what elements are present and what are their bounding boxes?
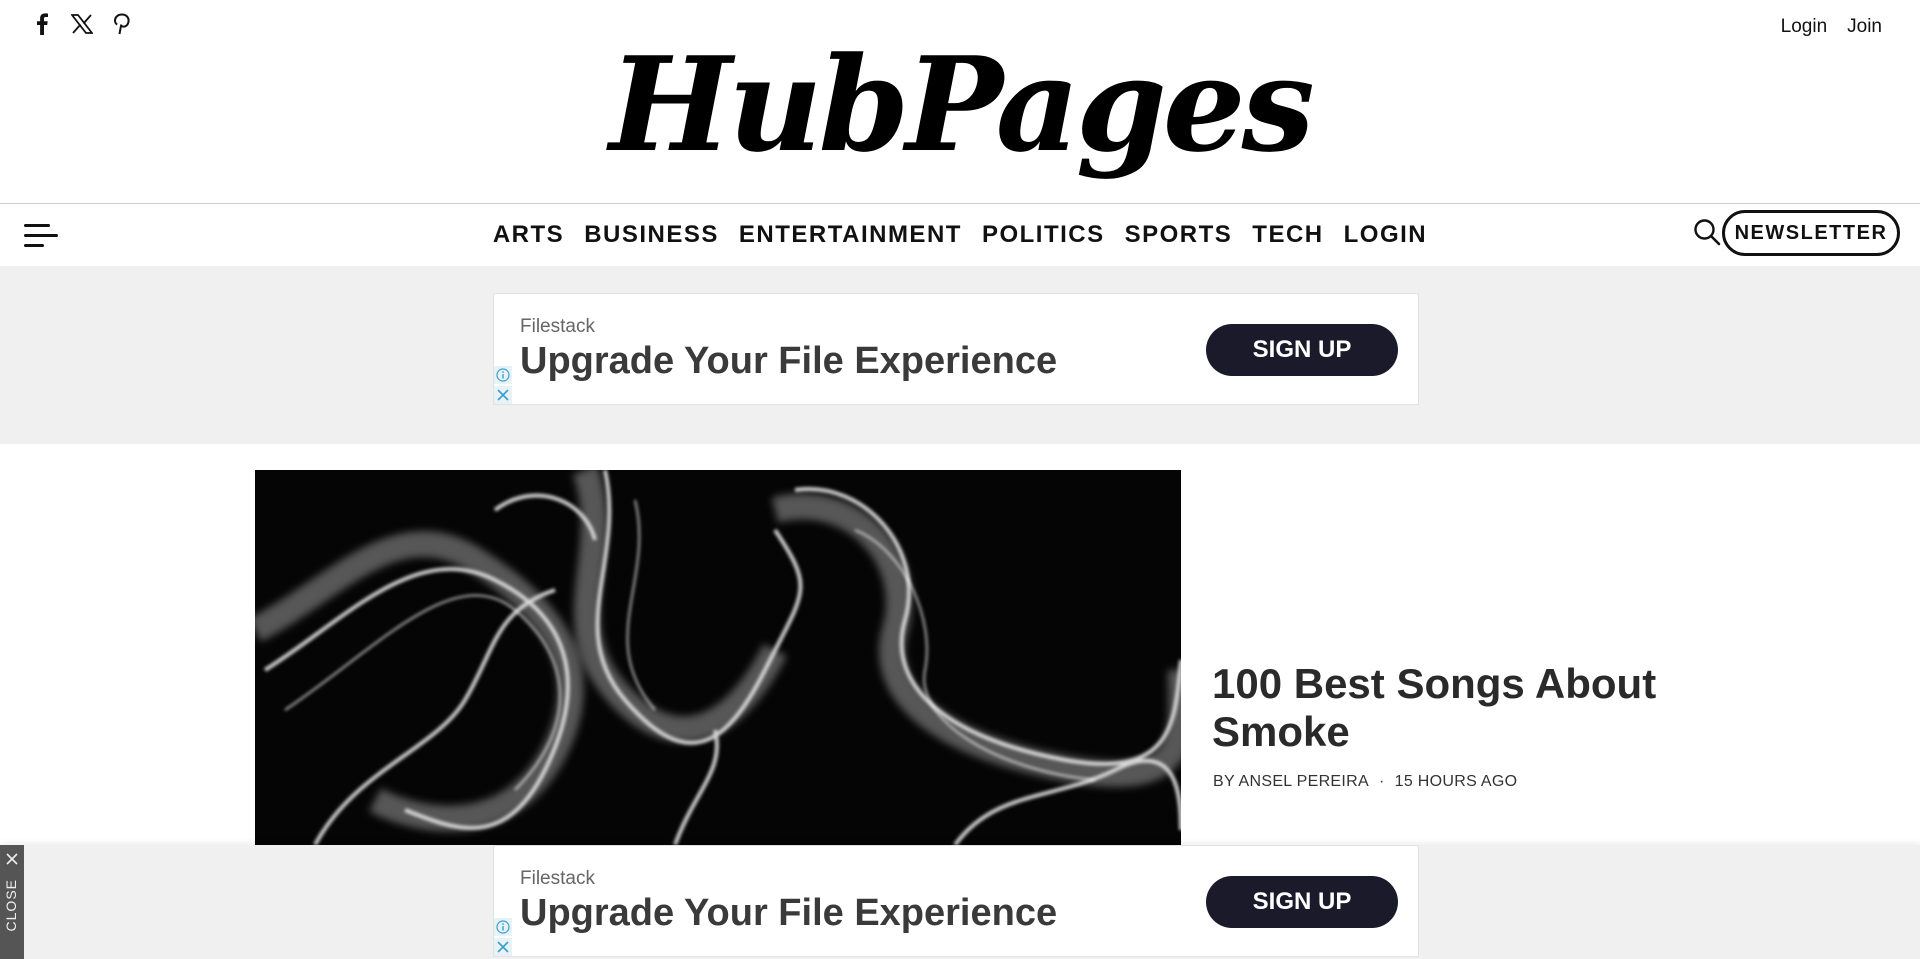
ad-info-icon[interactable] xyxy=(494,366,512,384)
site-header: Login Join HubPages xyxy=(0,0,1920,204)
ad-signup-button[interactable]: SIGN UP xyxy=(1206,324,1398,376)
nav-item-login[interactable]: LOGIN xyxy=(1344,221,1428,249)
ad-signup-button[interactable]: SIGN UP xyxy=(1206,876,1398,928)
search-icon[interactable] xyxy=(1693,218,1721,246)
site-logo[interactable]: HubPages xyxy=(0,40,1920,170)
main-nav: ARTS BUSINESS ENTERTAINMENT POLITICS SPO… xyxy=(0,203,1920,267)
ad-info-icon[interactable] xyxy=(494,918,512,936)
ad-sponsor: Filestack xyxy=(520,868,595,889)
feature-byline[interactable]: BY ANSEL PEREIRA xyxy=(1213,773,1369,790)
nav-item-entertainment[interactable]: ENTERTAINMENT xyxy=(739,221,962,249)
feature-title[interactable]: 100 Best Songs About Smoke xyxy=(1212,660,1712,756)
nav-item-tech[interactable]: TECH xyxy=(1252,221,1323,249)
join-link[interactable]: Join xyxy=(1847,16,1882,38)
sticky-ad-close-button[interactable]: CLOSE xyxy=(0,845,24,959)
pinterest-icon[interactable] xyxy=(110,12,134,36)
bottom-ad[interactable]: Filestack Upgrade Your File Experience S… xyxy=(493,845,1419,957)
login-link[interactable]: Login xyxy=(1781,16,1828,38)
ad-close-icon[interactable] xyxy=(494,938,512,956)
auth-links: Login Join xyxy=(1781,16,1882,38)
newsletter-button[interactable]: NEWSLETTER xyxy=(1722,210,1900,256)
meta-separator: · xyxy=(1378,773,1385,790)
close-icon xyxy=(6,853,18,865)
feature-meta: BY ANSEL PEREIRA · 15 HOURS AGO xyxy=(1213,773,1517,791)
ad-headline[interactable]: Upgrade Your File Experience xyxy=(520,340,1057,383)
nav-item-arts[interactable]: ARTS xyxy=(493,221,564,249)
ad-headline[interactable]: Upgrade Your File Experience xyxy=(520,892,1057,935)
nav-item-business[interactable]: BUSINESS xyxy=(584,221,719,249)
nav-item-sports[interactable]: SPORTS xyxy=(1125,221,1233,249)
x-twitter-icon[interactable] xyxy=(70,12,94,36)
social-links xyxy=(30,12,134,36)
nav-links: ARTS BUSINESS ENTERTAINMENT POLITICS SPO… xyxy=(0,204,1920,266)
feature-time: 15 HOURS AGO xyxy=(1394,773,1518,790)
feature-image[interactable] xyxy=(255,470,1181,845)
ad-sponsor: Filestack xyxy=(520,316,595,337)
facebook-icon[interactable] xyxy=(30,12,54,36)
close-label: CLOSE xyxy=(3,879,19,932)
nav-item-politics[interactable]: POLITICS xyxy=(982,221,1105,249)
ad-close-icon[interactable] xyxy=(494,386,512,404)
top-ad[interactable]: Filestack Upgrade Your File Experience S… xyxy=(493,293,1419,405)
